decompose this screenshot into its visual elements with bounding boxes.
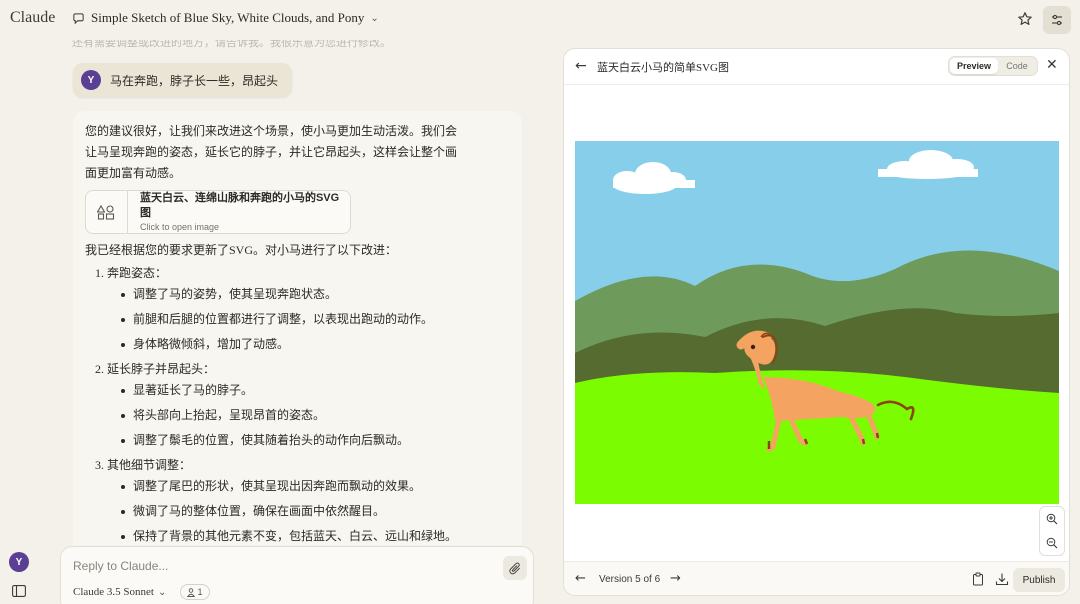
publish-button[interactable]: Publish xyxy=(1013,568,1065,592)
artifact-panel: ← 蓝天白云小马的简单SVG图 Preview Code ✕ ← Version… xyxy=(563,48,1070,596)
person-icon xyxy=(187,587,196,597)
user-avatar: Y xyxy=(81,70,101,90)
bullet-item: 调整了鬃毛的位置，使其随着抬头的动作向后飘动。 xyxy=(95,430,510,455)
list-heading: 2. 延长脖子并昂起头： xyxy=(95,362,216,376)
bullet-item: 调整了马的姿势，使其呈现奔跑状态。 xyxy=(95,284,510,309)
previous-version-arrow-icon[interactable]: ← xyxy=(575,571,586,586)
next-version-arrow-icon[interactable]: → xyxy=(670,571,681,586)
list-heading: 1. 奔跑姿态： xyxy=(95,266,168,280)
artifact-header: ← 蓝天白云小马的简单SVG图 Preview Code ✕ xyxy=(564,49,1069,85)
artifact-subtitle: Click to open image xyxy=(139,222,220,232)
chat-thread[interactable]: 还有需要调整或改进的地方，请告诉我。我很乐意为您进行修改。 Y 马在奔跑，脖子长… xyxy=(60,40,538,545)
paperclip-icon xyxy=(508,562,520,574)
assistant-intro: 您的建议很好，让我们来改进这个场景，使小马更加生动活泼。我们会让马呈现奔跑的姿态… xyxy=(85,124,458,180)
bullet-item: 保持了背景的其他元素不变，包括蓝天、白云、远山和绿地。 xyxy=(95,526,510,545)
preview-tab[interactable]: Preview xyxy=(950,58,998,74)
chevron-down-icon: ⌄ xyxy=(157,586,167,598)
brand-logo[interactable]: Claude xyxy=(10,9,55,27)
list-heading: 3. 其他细节调整： xyxy=(95,458,192,472)
assistant-message: 您的建议很好，让我们来改进这个场景，使小马更加生动活泼。我们会让马呈现奔跑的姿态… xyxy=(73,111,522,545)
bullet-item: 调整了尾巴的形状，使其呈现出因奔跑而飘动的效果。 xyxy=(95,476,510,501)
bullet-item: 微调了马的整体位置，确保在画面中依然醒目。 xyxy=(95,501,510,526)
chat-bubble-icon xyxy=(73,12,84,24)
favorite-button[interactable] xyxy=(1012,6,1038,32)
top-bar: Claude Simple Sketch of Blue Sky, White … xyxy=(0,0,1080,40)
artifact-card[interactable]: 蓝天白云、连绵山脉和奔跑的小马的SVG图 Click to open image xyxy=(85,190,351,234)
assistant-summary: 我已经根据您的要求更新了SVG。对小马进行了以下改进： xyxy=(85,243,398,257)
reply-input[interactable]: Reply to Claude... xyxy=(73,559,168,573)
list-item: 1. 奔跑姿态： 调整了马的姿势，使其呈现奔跑状态。 前腿和后腿的位置都进行了调… xyxy=(85,263,510,359)
reply-composer[interactable]: Reply to Claude... Claude 3.5 Sonnet ⌄ 1 xyxy=(60,546,534,604)
view-toggle: Preview Code xyxy=(948,56,1038,76)
clipboard-icon[interactable] xyxy=(971,572,985,586)
artifact-title: 蓝天白云、连绵山脉和奔跑的小马的SVG图 xyxy=(139,192,340,219)
artifact-panel-title: 蓝天白云小马的简单SVG图 xyxy=(597,62,730,74)
account-avatar[interactable]: Y xyxy=(9,552,29,572)
artifact-text: 蓝天白云、连绵山脉和奔跑的小马的SVG图 Click to open image xyxy=(128,191,350,233)
user-message-text: 马在奔跑，脖子长一些，昂起头 xyxy=(110,73,279,88)
sidebar-toggle-icon[interactable] xyxy=(12,585,26,597)
bullet-item: 显著延长了马的脖子。 xyxy=(95,380,510,405)
zoom-out-button[interactable] xyxy=(1040,531,1064,555)
style-count: 1 xyxy=(197,587,203,597)
star-icon xyxy=(1018,12,1032,25)
shapes-icon xyxy=(97,204,115,220)
code-tab[interactable]: Code xyxy=(998,58,1036,74)
download-icon[interactable] xyxy=(995,572,1009,586)
bullet-item: 前腿和后腿的位置都进行了调整，以表现出跑动的动作。 xyxy=(95,309,510,334)
model-selector[interactable]: Claude 3.5 Sonnet ⌄ xyxy=(73,586,166,598)
zoom-controls xyxy=(1039,506,1065,556)
attach-button[interactable] xyxy=(503,556,527,580)
list-item: 3. 其他细节调整： 调整了尾巴的形状，使其呈现出因奔跑而飘动的效果。 微调了马… xyxy=(85,455,510,545)
style-selector[interactable]: 1 xyxy=(180,584,210,600)
version-indicator: Version 5 of 6 xyxy=(599,574,661,585)
chat-title: Simple Sketch of Blue Sky, White Clouds,… xyxy=(91,10,365,25)
svg-preview-image xyxy=(575,141,1059,504)
chevron-down-icon: ⌄ xyxy=(370,12,379,24)
zoom-out-icon xyxy=(1046,537,1058,549)
zoom-in-icon xyxy=(1046,513,1058,525)
sliders-icon xyxy=(1052,14,1062,26)
bullet-item: 身体略微倾斜，增加了动感。 xyxy=(95,334,510,359)
artifact-footer: ← Version 5 of 6 → Publish xyxy=(564,561,1069,595)
back-arrow-icon[interactable]: ← xyxy=(575,58,587,74)
chat-title-menu[interactable]: Simple Sketch of Blue Sky, White Clouds,… xyxy=(72,10,379,26)
list-item: 2. 延长脖子并昂起头： 显著延长了马的脖子。 将头部向上抬起，呈现昂首的姿态。… xyxy=(85,359,510,455)
close-icon[interactable]: ✕ xyxy=(1046,57,1058,73)
user-message: Y 马在奔跑，脖子长一些，昂起头 xyxy=(73,63,293,97)
model-name: Claude 3.5 Sonnet xyxy=(73,586,154,598)
artifact-icon-box xyxy=(86,191,128,233)
chat-settings-button[interactable] xyxy=(1043,6,1071,34)
previous-message-fragment: 还有需要调整或改进的地方，请告诉我。我很乐意为您进行修改。 xyxy=(72,40,391,49)
zoom-in-button[interactable] xyxy=(1040,507,1064,531)
bullet-item: 将头部向上抬起，呈现昂首的姿态。 xyxy=(95,405,510,430)
